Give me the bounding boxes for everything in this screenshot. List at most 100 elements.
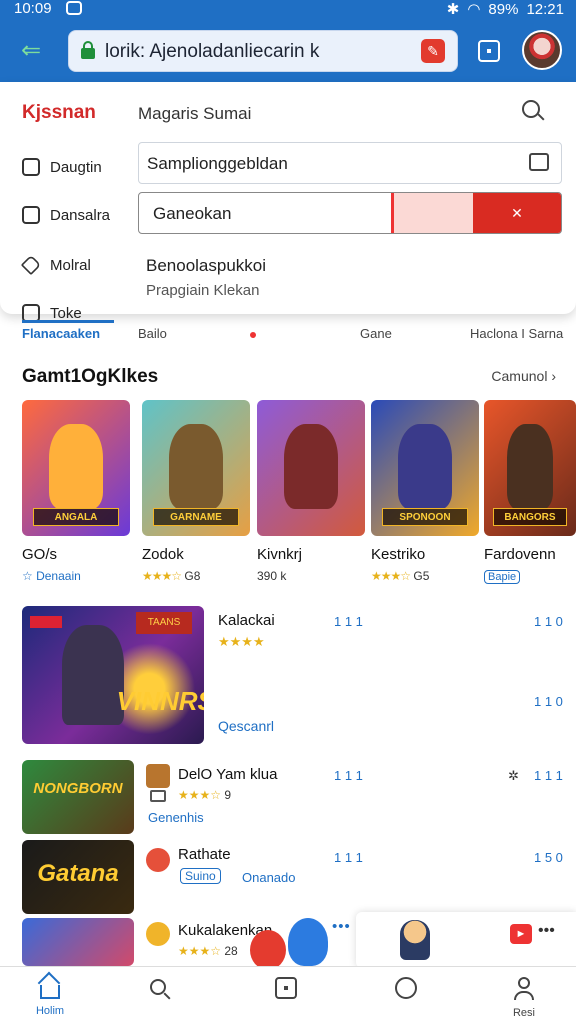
side-item-2[interactable]: Dansalra [22,206,110,224]
featured-count-right: 1 1 0 [534,614,563,629]
game-tile[interactable]: ANGALA GO/s ☆ Denaain [22,400,130,583]
game-tile[interactable]: SPONOON Kestriko ★★★☆ G5 [371,400,479,583]
notification-icon [66,1,82,15]
character-art [169,424,223,509]
clear-button[interactable]: ✕ [473,193,561,233]
library-icon [275,977,297,999]
featured-badge: TAANS [136,612,192,634]
list-item-rating: ★★★☆ 9 [178,788,232,802]
list-item-link[interactable]: Onanado [242,870,296,885]
character-art [507,424,553,509]
list-item-logo: Gatana [37,860,119,887]
comment-icon[interactable] [529,153,549,171]
game-banner: BANGORS [493,508,567,526]
nav-profile[interactable]: Resi [494,977,554,1019]
suggestion-field[interactable]: Samplionggebldan [138,142,562,184]
tab-4[interactable]: Haclona I Sarna [470,326,563,341]
nav-social[interactable] [376,977,436,1005]
side-item-1[interactable]: Daugtin [22,158,102,176]
avatar[interactable] [522,30,562,70]
suggestion-title[interactable]: Benoolaspukkoi [146,256,266,276]
list-item-tag[interactable]: Suino [180,868,221,884]
game-art [257,400,365,536]
search-dropdown-panel: Kjssnan Magaris Sumai Daugtin Dansalra M… [0,82,576,322]
face-icon [395,977,417,999]
more-icon[interactable]: ••• [332,918,351,935]
lock-icon [81,41,95,59]
list-item-count-right: 1 5 0 [534,850,563,865]
nav-library[interactable] [256,977,316,1005]
nav-search[interactable] [130,977,190,1007]
home-icon [40,985,60,999]
tab-3[interactable]: Gane [360,326,392,341]
game-icon [146,922,170,946]
more-icon[interactable]: ••• [538,922,555,940]
back-arrow-icon[interactable]: ⇐ [16,36,46,66]
list-item-art[interactable]: NONGBORN [22,760,134,834]
character-art [49,424,103,509]
game-name: Kivnkrj [257,546,303,563]
bottom-navigation: Holim Resi [0,966,576,1024]
wifi-icon: ◠ [467,1,481,18]
game-tile[interactable]: Kivnkrj 390 k [257,400,365,583]
side-item-3[interactable]: Molral [20,254,91,276]
url-text: lorik: Ajenoladanliecarin k [105,41,320,62]
search-icon[interactable] [522,100,546,124]
list-item-art[interactable]: Gatana [22,840,134,914]
game-art: GARNAME [142,400,250,536]
brand-logo: Kjssnan [22,102,96,123]
game-icon [146,764,170,788]
address-bar[interactable]: lorik: Ajenoladanliecarin k ✎ [68,30,458,72]
suggestion-text: Samplionggebldan [147,154,288,173]
game-meta: ★★★☆ G5 [371,569,430,583]
game-banner: SPONOON [381,508,469,526]
list-item-count: 1 1 1 [334,850,363,865]
game-meta: ☆ Denaain [22,569,81,583]
game-name: Zodok [142,546,184,563]
game-name: Fardovenn [484,546,556,563]
tabs-button[interactable] [478,40,500,62]
game-tile[interactable]: GARNAME Zodok ★★★☆ G8 [142,400,250,583]
browser-top-bar: 10:09 ✱ ◠ 89% 12:21 ⇐ lorik: Ajenoladanl… [0,0,576,82]
suggestion-subtitle: Prapgiain Klekan [146,282,260,299]
tab-1[interactable]: Flanacaaken [22,326,100,341]
clock-icon [22,158,40,176]
play-icon[interactable]: ► [510,924,532,944]
list-item-art[interactable] [22,918,134,966]
list-item-name[interactable]: DelO Yam klua [178,766,278,783]
search-input[interactable]: Ganeokan ✕ [138,192,562,234]
device-icon [150,790,166,802]
game-banner: ANGALA [32,508,120,526]
featured-rating: ★★★★ [218,634,265,649]
game-art: BANGORS [484,400,576,536]
highlight-segment [391,193,475,233]
section-title: Gamt1OgKlkes [22,366,159,387]
list-item-name[interactable]: Rathate [178,846,231,863]
status-right: ✱ ◠ 89% 12:21 [446,0,564,19]
tab-2[interactable]: Bailo [138,326,167,341]
panel-title: Magaris Sumai [138,104,252,123]
list-item-extra-icon: ✲ [508,768,519,783]
bluetooth-icon: ✱ [446,1,460,18]
search-icon [148,977,172,1001]
side-item-label: Daugtin [50,158,102,176]
tag-icon [20,254,42,276]
featured-game-art[interactable]: TAANS VINNRS [22,606,204,744]
floating-promo-card[interactable]: ► ••• [356,912,576,968]
featured-link[interactable]: Qescanrl [218,718,274,734]
share-icon[interactable]: ✎ [421,39,445,63]
mascot-icon [400,920,430,960]
list-item-rating: ★★★☆ 28 [178,944,238,958]
user-icon [512,977,536,1001]
character-art [398,424,452,509]
featured-name[interactable]: Kalackai [218,612,275,629]
side-item-label: Toke [50,304,82,322]
see-more-link[interactable]: Camunol › [491,368,556,384]
search-input-value: Ganeokan [153,204,232,223]
nav-home[interactable]: Holim [20,977,80,1017]
game-tile[interactable]: BANGORS Fardovenn Bapie [484,400,576,584]
list-item-link[interactable]: Genenhis [148,810,204,825]
featured-badge-left [30,616,62,628]
mascot-illustration [246,916,332,972]
game-meta: ★★★☆ G8 [142,569,201,583]
